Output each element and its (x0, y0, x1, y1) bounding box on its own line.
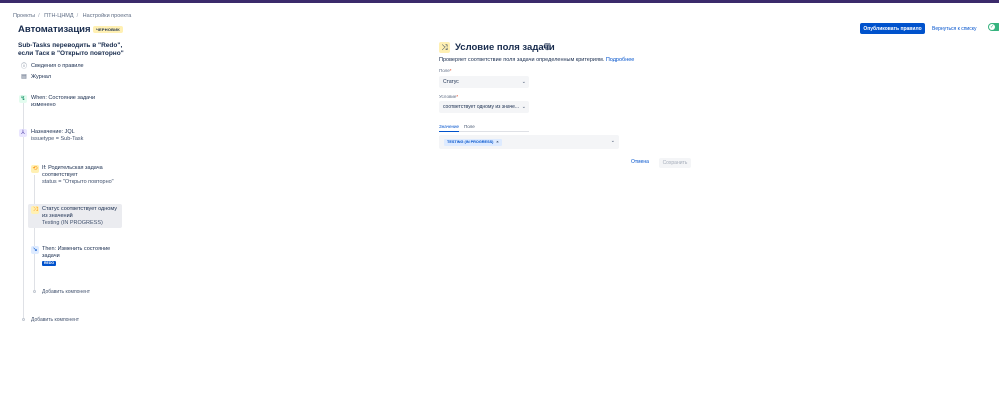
panel-description-text: Проверяет соответствие поля задачи опред… (439, 57, 605, 63)
info-icon: ⓘ (20, 64, 27, 70)
more-link[interactable]: Подробнее (606, 57, 635, 63)
condition-label-text: Условие (439, 94, 457, 99)
breadcrumb-separator: / (38, 13, 40, 19)
publish-rule-button[interactable]: Опубликовать правило (860, 23, 925, 34)
tab-value[interactable]: Значение (439, 124, 459, 132)
step-then-title: Then: Изменить состояние задачи (42, 246, 111, 259)
condition-label: Условие* (439, 94, 458, 99)
action-icon: ↘ (31, 246, 39, 254)
trigger-icon: ↯ (19, 95, 27, 103)
field-label-text: Поле (439, 68, 450, 73)
values-multiselect[interactable]: TESTING (IN PROGRESS) × ⌄ (439, 135, 619, 149)
step-when[interactable]: When: Состояние задачи изменено (31, 95, 106, 109)
field-select[interactable]: Статус ⌄ (439, 76, 529, 88)
panel-title: Условие поля задачи (455, 42, 555, 53)
shuffle-icon: ⤨ (31, 206, 39, 214)
rule-enabled-toggle[interactable]: ✓ (988, 23, 999, 31)
step-branch-sub: issuetype = Sub-Task (31, 136, 84, 142)
step-if[interactable]: If: Родительская задача соответствует st… (42, 165, 120, 186)
required-mark: * (449, 68, 452, 73)
step-branch[interactable]: Назначение: JQL issuetype = Sub-Task (31, 129, 111, 143)
condition-icon: ⟲ (31, 165, 39, 173)
sidebar-item-label: Журнал (31, 73, 52, 80)
cancel-button[interactable]: Отмена (631, 159, 649, 165)
status-badge: REDO (42, 261, 57, 266)
breadcrumb-item-projects[interactable]: Проекты (13, 13, 35, 19)
value-tabs: Значение Поле (439, 124, 529, 132)
value-chip-label: TESTING (IN PROGRESS) (447, 139, 494, 144)
field-label: Поле* (439, 68, 452, 73)
required-mark: * (456, 94, 459, 99)
breadcrumb-item-settings[interactable]: Настройки проекта (83, 13, 132, 19)
step-if-title: If: Родительская задача соответствует (42, 165, 103, 178)
step-condition-sub: Testing (IN PROGRESS) (42, 220, 103, 226)
journal-icon: ▤ (21, 74, 27, 80)
chevron-down-icon: ⌄ (610, 138, 615, 144)
breadcrumb-separator: / (76, 13, 79, 19)
step-if-sub: status = "Открыто повторно" (42, 179, 114, 185)
save-button[interactable]: Сохранить (659, 158, 691, 168)
sidebar-item-journal[interactable]: ▤ Журнал (20, 73, 52, 81)
rule-name[interactable]: Sub-Tasks переводить в "Redo", если Таск… (18, 42, 130, 58)
add-component-inner-button[interactable]: Добавить компонент (42, 289, 90, 295)
back-to-list-link[interactable]: Вернуться к списку (932, 26, 976, 32)
breadcrumb: Проекты / ПТН-ЦНМД / Настройки проекта (13, 13, 134, 19)
add-dot-inner (33, 290, 36, 293)
sidebar-item-rule-details[interactable]: ⓘ Сведения о правиле (20, 61, 84, 71)
tab-field[interactable]: Поле (464, 124, 475, 129)
branch-icon: ⅄ (19, 129, 27, 137)
step-condition[interactable]: Статус соответствует одному из значений … (42, 206, 120, 227)
breadcrumb-item-project[interactable]: ПТН-ЦНМД (44, 13, 73, 19)
add-dot-outer (22, 318, 25, 321)
condition-select[interactable]: соответствует одному из значе... ⌄ (439, 101, 529, 113)
top-bar (0, 0, 999, 3)
add-component-outer-button[interactable]: Добавить компонент (31, 317, 79, 323)
step-when-title: When: Состояние задачи изменено (31, 95, 96, 108)
sidebar-item-label: Сведения о правиле (31, 62, 84, 69)
close-icon[interactable]: × (496, 140, 498, 144)
step-condition-title: Статус соответствует одному из значений (42, 206, 117, 219)
value-chip: TESTING (IN PROGRESS) × (444, 138, 502, 146)
flow-line-branch (34, 175, 35, 290)
panel-description: Проверяет соответствие поля задачи опред… (439, 57, 634, 63)
step-then[interactable]: Then: Изменить состояние задачи REDO (42, 246, 120, 267)
step-branch-title: Назначение: JQL (31, 129, 75, 135)
condition-select-value: соответствует одному из значе... (443, 104, 520, 110)
chevron-down-icon: ⌄ (521, 79, 526, 85)
draft-badge: ЧЕРНОВИК (93, 26, 123, 33)
trash-icon[interactable]: 🗑 (543, 43, 552, 51)
chevron-down-icon: ⌄ (521, 104, 526, 110)
page-title: Автоматизация (18, 24, 91, 35)
check-icon: ✓ (990, 24, 995, 30)
shuffle-icon: ⤨ (439, 42, 450, 53)
field-select-value: Статус (443, 79, 459, 85)
